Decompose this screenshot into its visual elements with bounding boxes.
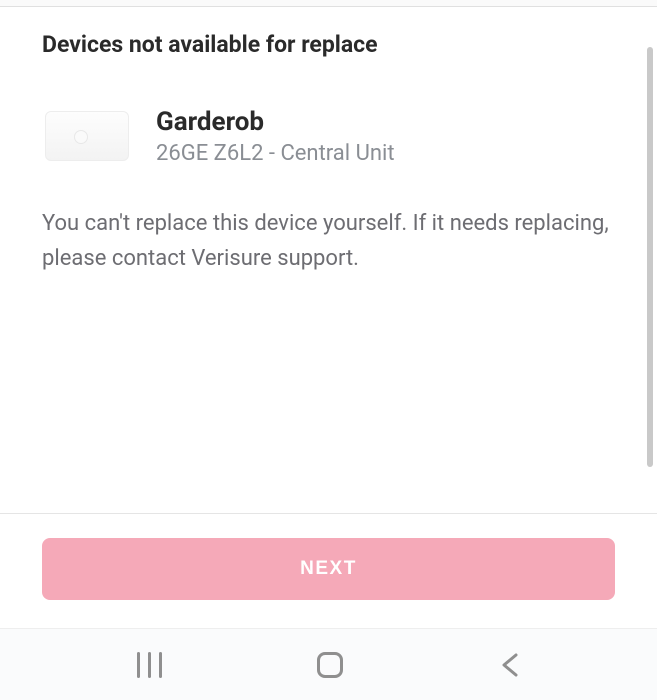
device-detail: 26GE Z6L2 - Central Unit — [156, 141, 395, 166]
nav-home-button[interactable] — [317, 652, 343, 678]
info-message: You can't replace this device yourself. … — [42, 206, 615, 276]
main-panel: Devices not available for replace Garder… — [0, 6, 657, 628]
nav-back-button[interactable] — [498, 651, 520, 679]
nav-recents-button[interactable] — [137, 652, 162, 678]
scrollbar[interactable] — [647, 47, 653, 467]
central-unit-icon — [45, 111, 129, 161]
page-title: Devices not available for replace — [42, 31, 615, 58]
next-button[interactable]: NEXT — [42, 538, 615, 600]
device-serial: 26GE Z6L2 — [156, 141, 263, 166]
device-image — [42, 106, 132, 166]
content-area: Devices not available for replace Garder… — [0, 7, 657, 513]
device-type: Central Unit — [280, 141, 394, 166]
device-info: Garderob 26GE Z6L2 - Central Unit — [156, 107, 395, 166]
button-section: NEXT — [0, 513, 657, 628]
device-row: Garderob 26GE Z6L2 - Central Unit — [42, 106, 615, 166]
system-nav-bar — [0, 628, 657, 700]
device-name: Garderob — [156, 107, 395, 137]
